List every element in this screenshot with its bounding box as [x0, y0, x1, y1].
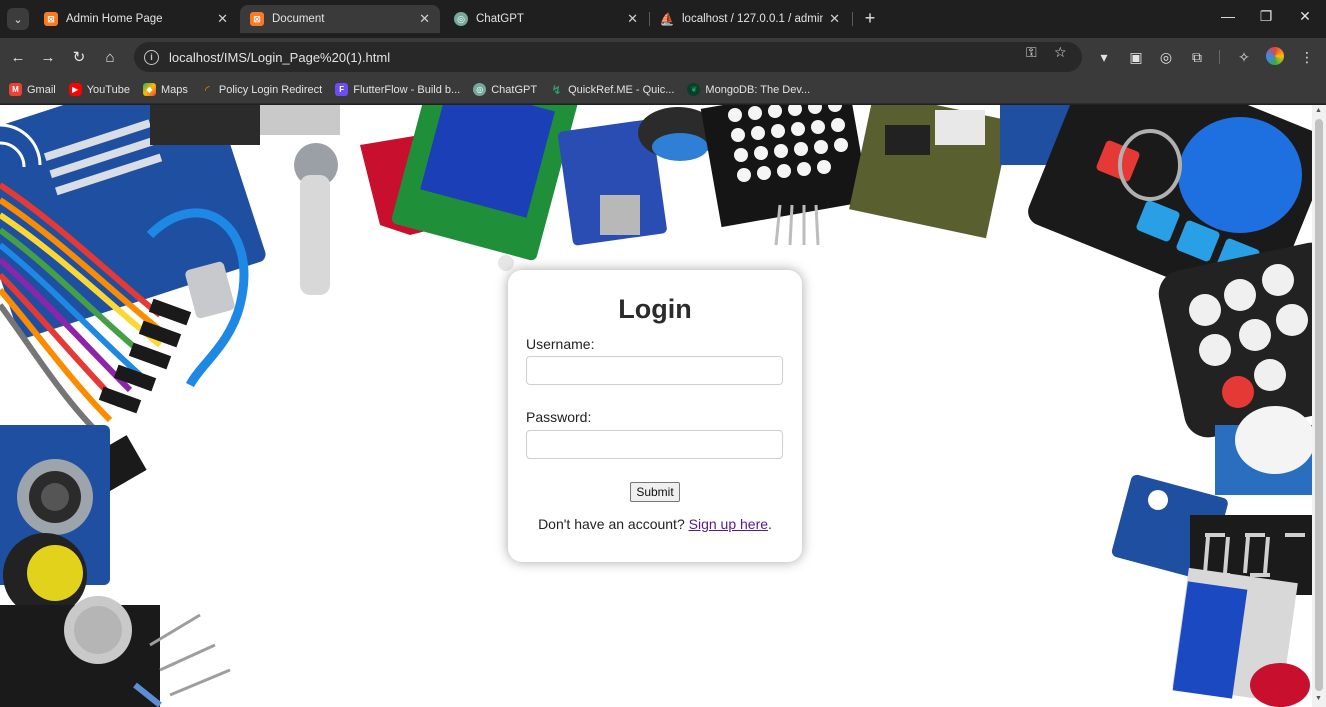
back-arrow-icon[interactable]: ← [7, 46, 29, 68]
new-tab-plus-icon[interactable]: + [860, 8, 880, 28]
close-icon[interactable]: ✕ [419, 11, 430, 27]
maps-icon: ◆ [142, 83, 156, 96]
mongodb-leaf-icon: ❦ [687, 83, 701, 96]
xampp-icon: ⊠ [44, 12, 58, 26]
bookmark-policy-login[interactable]: ◜ Policy Login Redirect [201, 82, 323, 97]
login-title: Login [618, 294, 692, 324]
login-card: Login Username: Password: Submit Don't h… [508, 270, 802, 562]
tab-title: ChatGPT [476, 13, 524, 25]
page-viewport: Login Username: Password: Submit Don't h… [0, 105, 1312, 707]
close-icon[interactable]: ✕ [829, 11, 840, 27]
minimize-icon[interactable]: — [1218, 8, 1238, 24]
scrollbar-thumb[interactable] [1315, 119, 1323, 691]
quickref-icon: ↯ [551, 82, 562, 97]
tab-title: Document [272, 13, 325, 25]
scroll-down-arrow-icon[interactable]: ▼ [1315, 695, 1322, 702]
tab-search-chevron-icon[interactable]: ⌄ [7, 8, 29, 30]
bookmark-label: QuickRef.ME - Quic... [568, 83, 675, 96]
gemini-icon[interactable]: ✧ [1234, 47, 1254, 67]
bookmark-label: FlutterFlow - Build b... [353, 83, 461, 96]
browser-toolbar: ← → ↻ ⌂ i localhost/IMS/Login_Page%20(1)… [0, 38, 1326, 76]
bookmark-label: Policy Login Redirect [218, 83, 323, 96]
tab-chatgpt[interactable]: ◎ ChatGPT ✕ [444, 5, 648, 33]
close-icon[interactable]: ✕ [627, 11, 638, 27]
bookmark-gmail[interactable]: M Gmail [9, 83, 56, 96]
signup-link[interactable]: Sign up here [689, 516, 768, 532]
tab-phpmyadmin[interactable]: ⛵ localhost / 127.0.0.1 / admin | p ✕ [650, 5, 850, 33]
address-bar[interactable]: i localhost/IMS/Login_Page%20(1).html [134, 42, 1082, 72]
profile-avatar-icon[interactable] [1266, 47, 1284, 65]
home-icon[interactable]: ⌂ [99, 46, 121, 68]
site-info-icon[interactable]: i [144, 49, 159, 65]
policy-icon: ◜ [205, 82, 210, 97]
signup-prompt: Don't have an account? Sign up here. [508, 516, 802, 532]
bookmark-mongodb[interactable]: ❦ MongoDB: The Dev... [687, 83, 810, 96]
chatgpt-icon: ◎ [473, 83, 487, 96]
chatgpt-icon: ◎ [454, 12, 468, 26]
bookmark-youtube[interactable]: ▶ YouTube [68, 83, 130, 96]
gmail-icon: M [9, 83, 22, 96]
tab-document[interactable]: ⊠ Document ✕ [240, 5, 440, 33]
signup-prompt-text: Don't have an account? [538, 516, 685, 532]
reload-icon[interactable]: ↻ [68, 46, 90, 68]
bookmark-label: MongoDB: The Dev... [705, 83, 811, 96]
tab-strip: ⌄ ⊠ Admin Home Page ✕ ⊠ Document ✕ ◎ Cha… [0, 0, 1326, 38]
page-scrollbar[interactable]: ▲ ▼ [1312, 105, 1326, 707]
restore-icon[interactable]: ❐ [1256, 8, 1276, 25]
bookmark-label: Maps [160, 83, 188, 96]
bookmarks-bar: M Gmail ▶ YouTube ◆ Maps ◜ Policy Login … [0, 76, 1326, 104]
password-key-icon[interactable]: ⚿ [1026, 44, 1037, 61]
bookmark-chatgpt[interactable]: ◎ ChatGPT [473, 83, 537, 96]
bookmark-maps[interactable]: ◆ Maps [142, 83, 188, 96]
forward-arrow-icon[interactable]: → [37, 46, 59, 68]
bookmark-quickref[interactable]: ↯ QuickRef.ME - Quic... [550, 82, 675, 97]
toolbar-separator [1219, 50, 1220, 64]
extension-check-icon[interactable]: ◎ [1156, 47, 1176, 67]
youtube-icon: ▶ [68, 83, 82, 96]
signup-suffix: . [768, 516, 772, 532]
xampp-icon: ⊠ [250, 12, 264, 26]
bookmark-star-icon[interactable]: ☆ [1054, 44, 1067, 61]
bookmark-label: YouTube [86, 83, 130, 96]
password-label: Password: [526, 409, 592, 425]
extension-pin-icon[interactable]: ▾ [1094, 47, 1114, 67]
username-label: Username: [526, 336, 595, 352]
bookmark-label: ChatGPT [491, 83, 538, 96]
phpmyadmin-icon: ⛵ [659, 12, 675, 26]
window-close-icon[interactable]: ✕ [1295, 8, 1315, 25]
tab-title: localhost / 127.0.0.1 / admin | p [682, 13, 824, 25]
tab-title: Admin Home Page [66, 13, 163, 25]
bookmark-label: Gmail [27, 83, 56, 96]
close-icon[interactable]: ✕ [217, 11, 228, 27]
flutterflow-icon: F [335, 83, 349, 96]
extensions-puzzle-icon[interactable]: ⧉ [1187, 47, 1207, 67]
address-url[interactable]: localhost/IMS/Login_Page%20(1).html [169, 50, 390, 65]
extension-b-icon[interactable]: ▣ [1126, 47, 1146, 67]
tab-admin-home[interactable]: ⊠ Admin Home Page ✕ [34, 5, 238, 33]
submit-button[interactable]: Submit [630, 482, 680, 502]
username-input[interactable] [526, 356, 783, 385]
bookmark-flutterflow[interactable]: F FlutterFlow - Build b... [335, 83, 460, 96]
password-input[interactable] [526, 430, 783, 459]
menu-kebab-icon[interactable]: ⋮ [1297, 47, 1317, 67]
tab-separator [852, 12, 853, 26]
scroll-up-arrow-icon[interactable]: ▲ [1315, 107, 1322, 114]
